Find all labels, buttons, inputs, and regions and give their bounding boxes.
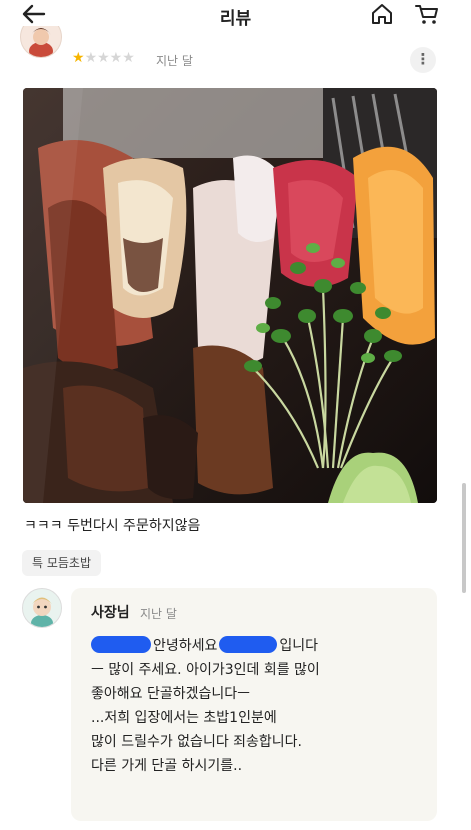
- reply-line-1-end: 입니다: [279, 638, 319, 654]
- reply-line-1-mid: 안녕하세요: [153, 638, 218, 654]
- owner-name: 사장님: [91, 605, 130, 621]
- review-date: 지난 달: [156, 54, 193, 68]
- cart-icon[interactable]: [414, 2, 440, 26]
- top-bar: 리뷰: [0, 0, 471, 30]
- reply-line-4: ...저희 입장에서는 초밥1인분에: [91, 710, 277, 726]
- reply-line-5: 많이 드릴수가 없습니다 죄송합니다.: [91, 734, 302, 750]
- reply-line-3: 좋아해요 단골하겠습니다ㅡ: [91, 686, 251, 702]
- owner-reply-box: 사장님 지난 달 안녕하세요 입니다 ㅡ 많이 주세요. 아이가3인데 회를 많이…: [71, 588, 437, 821]
- star-rating: ★★★★★: [72, 50, 135, 66]
- reply-line-2: ㅡ 많이 주세요. 아이가3인데 회를 많이: [91, 662, 320, 678]
- more-options-icon[interactable]: ⋮: [410, 47, 436, 73]
- redaction-scribble: [219, 636, 278, 653]
- star-filled-icon: ★: [72, 50, 85, 66]
- review-photo[interactable]: [23, 88, 437, 503]
- review-text: ㅋㅋㅋ 두번다시 주문하지않음: [24, 518, 201, 534]
- page-title: 리뷰: [219, 9, 252, 29]
- reply-line-1: 안녕하세요 입니다: [91, 634, 431, 658]
- owner-avatar: [22, 588, 62, 628]
- reply-date: 지난 달: [140, 607, 177, 621]
- scrollbar-thumb[interactable]: [462, 483, 466, 593]
- menu-tag: 특 모듬초밥: [22, 550, 102, 576]
- reply-body: 안녕하세요 입니다 ㅡ 많이 주세요. 아이가3인데 회를 많이 좋아해요 단골하…: [91, 634, 431, 778]
- star-empty-icon: ★★★★: [84, 50, 135, 66]
- reply-line-6: 다른 가게 단골 하시기를..: [91, 758, 243, 774]
- reviewer-avatar: [20, 26, 62, 66]
- redaction-scribble: [91, 636, 151, 653]
- home-icon[interactable]: [369, 2, 395, 26]
